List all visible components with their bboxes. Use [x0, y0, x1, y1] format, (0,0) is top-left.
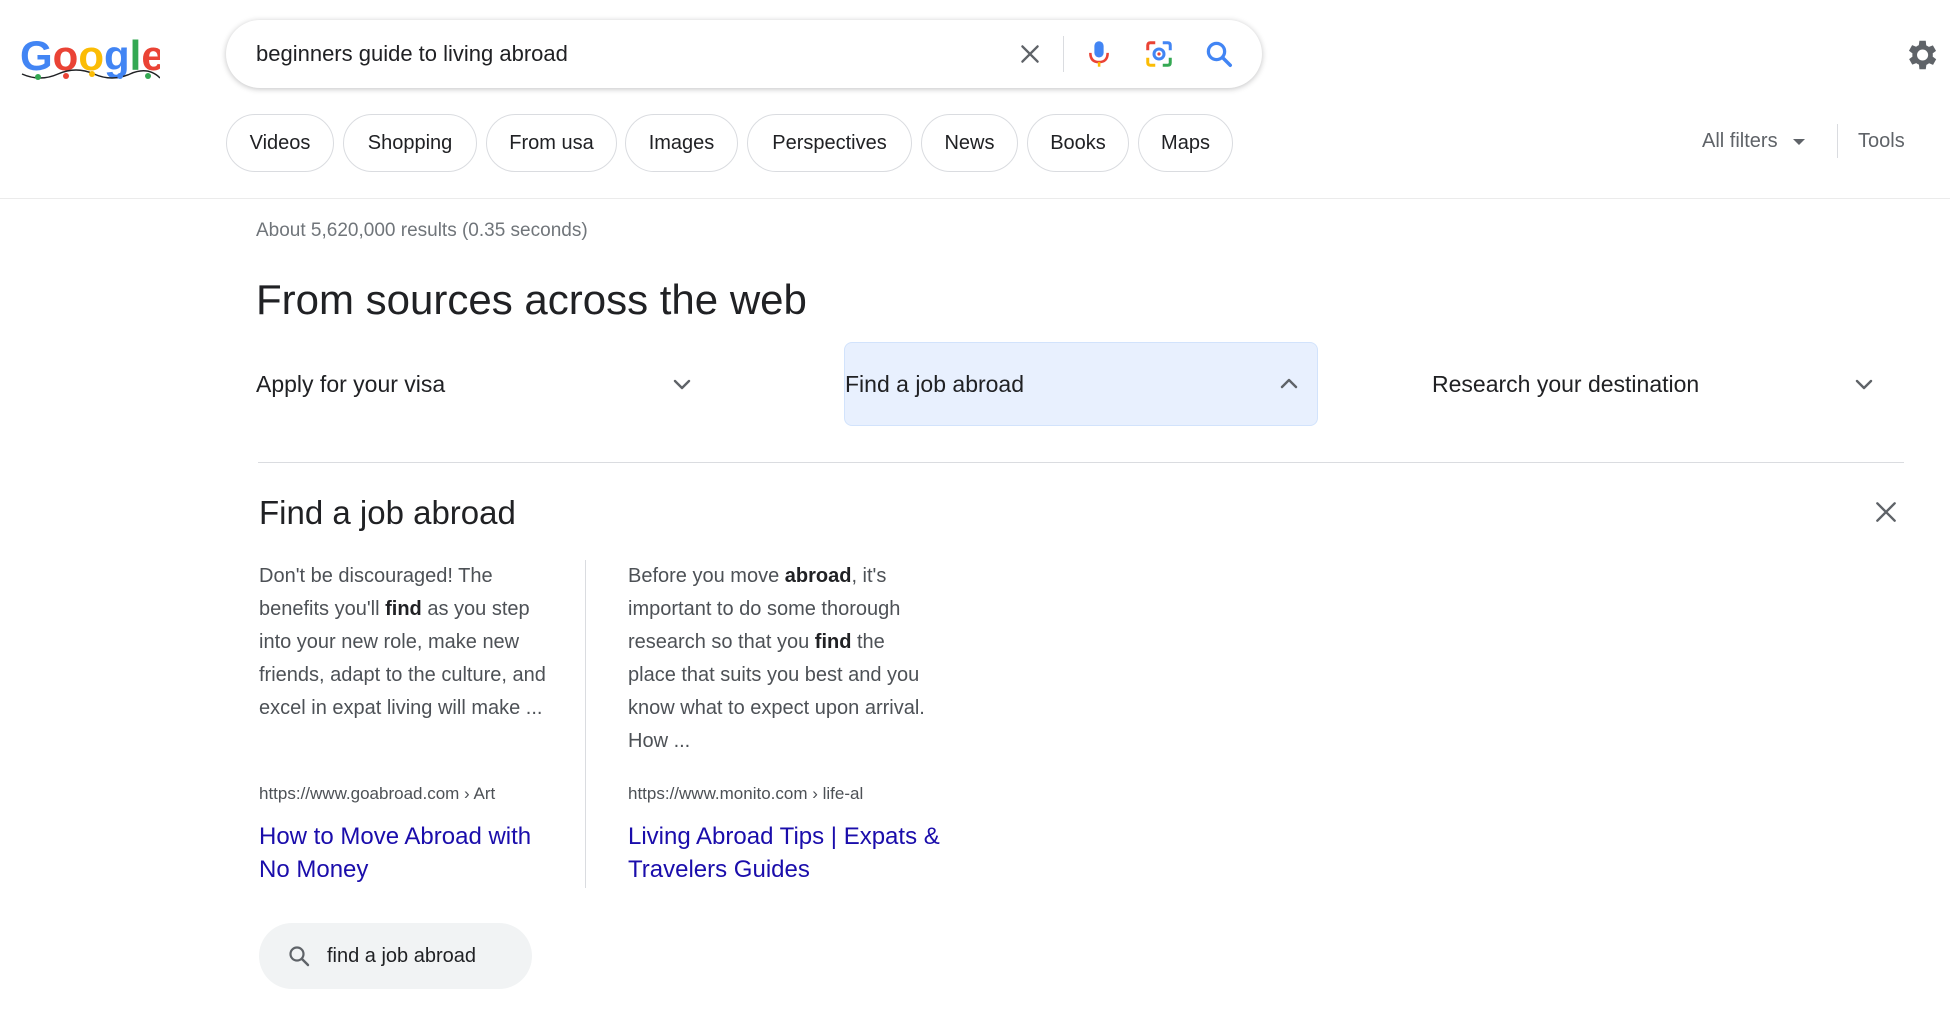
- search-icon: [1206, 41, 1232, 67]
- chip-images[interactable]: Images: [625, 114, 738, 172]
- close-panel-button[interactable]: [1868, 494, 1904, 530]
- image-search-button[interactable]: [1141, 36, 1177, 72]
- column-divider: [585, 560, 586, 888]
- result-stats: About 5,620,000 results (0.35 seconds): [256, 220, 588, 241]
- accordion-research-destination[interactable]: Research your destination: [1432, 342, 1888, 426]
- all-filters-button[interactable]: All filters: [1702, 130, 1806, 153]
- result-source-url: https://www.monito.com › life-al: [628, 784, 864, 803]
- result-title-link[interactable]: How to Move Abroad with No Money: [259, 820, 559, 886]
- chip-from-usa[interactable]: From usa: [486, 114, 617, 172]
- microphone-icon: [1089, 41, 1109, 67]
- search-icon: [289, 946, 310, 967]
- caret-down-icon: [1792, 138, 1805, 145]
- chevron-down-icon: [1855, 379, 1873, 390]
- result-source-url: https://www.goabroad.com › Art: [259, 784, 496, 803]
- close-icon: [1876, 502, 1896, 522]
- related-search-label: find a job abroad: [327, 944, 477, 967]
- google-logo-art: Google: [20, 32, 165, 80]
- chevron-up-icon: [1280, 378, 1298, 389]
- accordion-label: Research your destination: [1432, 370, 1700, 397]
- chevron-down-icon: [673, 379, 691, 390]
- voice-search-button[interactable]: [1081, 36, 1117, 72]
- filters-divider: [1837, 124, 1838, 158]
- search-button[interactable]: [1201, 36, 1237, 72]
- result-snippet: Before you move abroad, it's important t…: [628, 565, 925, 752]
- chip-news[interactable]: News: [921, 114, 1018, 172]
- close-icon: [1021, 45, 1039, 63]
- accordion-apply-for-visa[interactable]: Apply for your visa: [256, 342, 706, 426]
- chip-maps[interactable]: Maps: [1138, 114, 1233, 172]
- chip-shopping[interactable]: Shopping: [343, 114, 477, 172]
- search-input[interactable]: [256, 38, 996, 70]
- chip-perspectives[interactable]: Perspectives: [747, 114, 912, 172]
- clear-search-button[interactable]: [1012, 36, 1048, 72]
- accordion-label: Find a job abroad: [845, 370, 1025, 397]
- gear-icon: [1908, 40, 1937, 70]
- panel-title: Find a job abroad: [259, 494, 516, 531]
- chip-books[interactable]: Books: [1027, 114, 1129, 172]
- settings-button[interactable]: [1902, 36, 1940, 74]
- search-box-divider: [1063, 36, 1064, 72]
- google-logo[interactable]: Google: [20, 30, 165, 85]
- search-box[interactable]: [226, 20, 1262, 88]
- section-heading: From sources across the web: [256, 276, 807, 323]
- accordion-label: Apply for your visa: [256, 370, 446, 397]
- chip-videos[interactable]: Videos: [226, 114, 334, 172]
- camera-lens-icon: [1146, 41, 1172, 67]
- result-snippet: Don't be discouraged! The benefits you'l…: [259, 565, 546, 719]
- accordion-find-a-job-abroad[interactable]: Find a job abroad: [844, 342, 1318, 426]
- panel-divider: [258, 462, 1904, 463]
- result-title-link[interactable]: Living Abroad Tips | Expats & Travelers …: [628, 820, 958, 886]
- tools-button[interactable]: Tools: [1858, 130, 1905, 153]
- header-divider: [0, 198, 1950, 199]
- related-search-chip[interactable]: find a job abroad: [259, 923, 532, 989]
- all-filters-label: All filters: [1702, 130, 1778, 152]
